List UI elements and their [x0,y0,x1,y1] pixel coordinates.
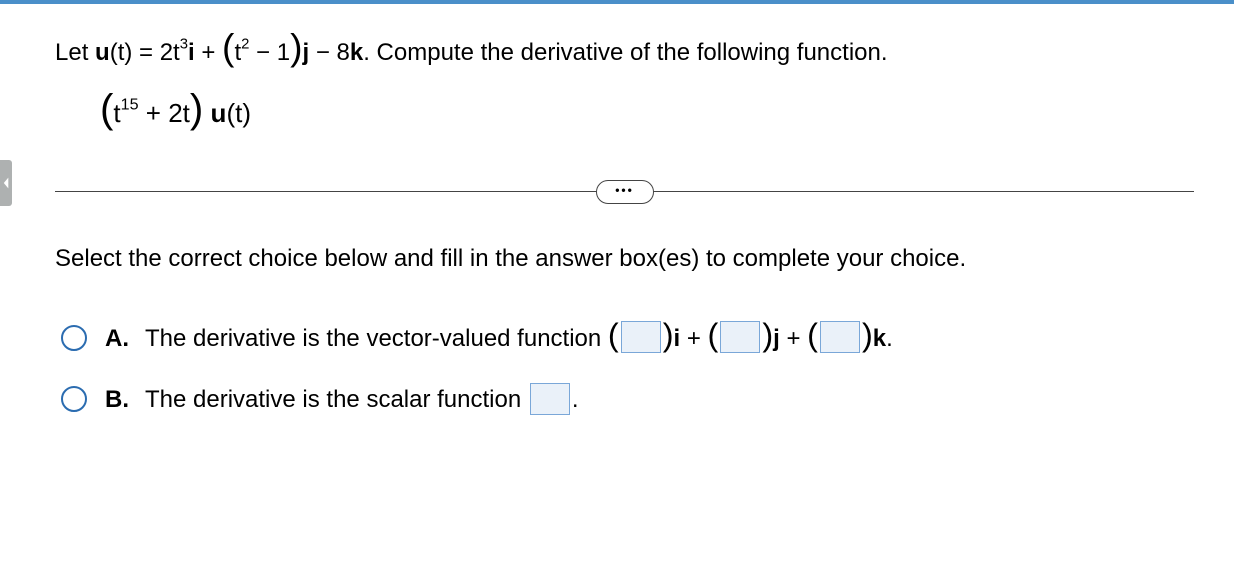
u-of-t: u [203,98,226,128]
choice-b-lead: The derivative is the scalar function [145,386,528,413]
exp-15: 15 [121,96,139,114]
u-of-t-arg: (t) [226,98,251,128]
choice-a-period: . [886,325,893,352]
left-collapse-tab[interactable] [0,160,12,206]
u-symbol: u [95,39,110,66]
minus-1: − 1 [249,39,290,66]
expand-pill-button[interactable]: ••• [596,180,654,204]
choice-a-row: A. The derivative is the vector-valued f… [55,320,1194,357]
paren-close-ai: ) [663,317,674,353]
choice-a-k-unit: k [873,325,886,352]
paren-close-aj: ) [762,317,773,353]
choice-b-text: The derivative is the scalar function . [145,381,579,418]
paren-open-aj: ( [708,317,719,353]
open-paren-1: ( [222,26,234,68]
choice-b-period: . [572,386,579,413]
k-unit: k [350,39,363,66]
answer-box-a-j[interactable] [720,321,760,353]
choice-a-plus2: + [780,325,807,352]
answer-box-a-i[interactable] [621,321,661,353]
open-paren-2: ( [100,86,113,131]
u-arg: (t) = 2t [110,39,180,66]
section-divider: ••• [55,191,1194,192]
paren-open-ak: ( [807,317,818,353]
lead-text: Let [55,39,95,66]
sentence-tail: . Compute the derivative of the followin… [363,39,887,66]
choice-b-label: B. [105,381,131,418]
dots-icon: ••• [615,181,634,200]
choice-b-row: B. The derivative is the scalar function… [55,381,1194,418]
choice-a-label: A. [105,320,131,357]
radio-a[interactable] [61,325,87,351]
choice-a-plus1: + [680,325,707,352]
plus-1: + [195,39,222,66]
minus-8: − 8 [309,39,350,66]
close-paren-2: ) [190,86,203,131]
exp-3: 3 [180,36,188,52]
question-content: Let u(t) = 2t3i + (t2 − 1)j − 8k. Comput… [0,4,1234,462]
answer-box-a-k[interactable] [820,321,860,353]
problem-statement-line1: Let u(t) = 2t3i + (t2 − 1)j − 8k. Comput… [55,34,1194,71]
radio-b[interactable] [61,386,87,412]
plus-2t: + 2t [139,98,190,128]
answer-box-b[interactable] [530,383,570,415]
instruction-text: Select the correct choice below and fill… [55,240,1194,277]
paren-open-ai: ( [608,317,619,353]
t-label-2: t [113,98,120,128]
choice-a-text: The derivative is the vector-valued func… [145,320,893,357]
chevron-left-icon [2,176,11,190]
choice-a-j-unit: j [773,325,780,352]
paren-close-ak: ) [862,317,873,353]
i-unit: i [188,39,195,66]
choice-a-lead: The derivative is the vector-valued func… [145,325,608,352]
problem-statement-line2: (t15 + 2t) u(t) [55,93,1194,133]
close-paren-1: ) [290,26,302,68]
